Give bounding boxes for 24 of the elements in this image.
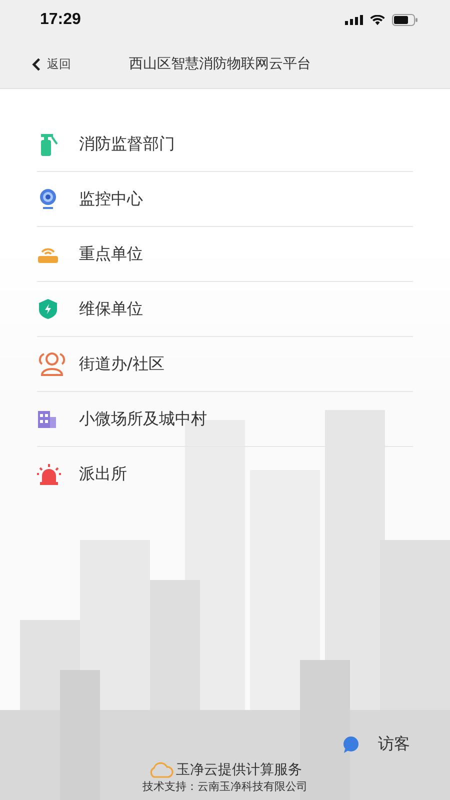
support-text: 技术支持：云南玉净科技有限公司 [142, 779, 308, 794]
signal-icon [345, 15, 363, 25]
menu-item[interactable]: 小微场所及城中村 [37, 392, 413, 447]
menu-item[interactable]: 街道办/社区 [37, 337, 413, 392]
back-button[interactable]: 返回 [30, 54, 73, 74]
menu-item[interactable]: 消防监督部门 [37, 117, 413, 172]
wifi-icon [370, 14, 385, 26]
chat-icon [342, 736, 360, 754]
cloud-icon [148, 762, 174, 778]
menu-item[interactable]: 派出所 [37, 447, 413, 501]
menu-item[interactable]: 维保单位 [37, 282, 413, 337]
menu-item[interactable]: 监控中心 [37, 172, 413, 227]
webcam-icon [37, 188, 59, 210]
building-icon [37, 409, 57, 429]
battery-icon [392, 14, 418, 26]
service-text: 玉净云提供计算服务 [176, 761, 302, 779]
shield-icon [37, 298, 59, 320]
status-time: 17:29 [40, 11, 81, 29]
visitor-link[interactable]: 访客 [378, 734, 410, 755]
chevron-left-icon [32, 58, 41, 70]
page-title: 西山区智慧消防物联网云平台 [129, 55, 311, 73]
menu-item[interactable]: 重点单位 [37, 227, 413, 282]
people-icon [37, 351, 67, 377]
siren-icon [37, 463, 61, 485]
